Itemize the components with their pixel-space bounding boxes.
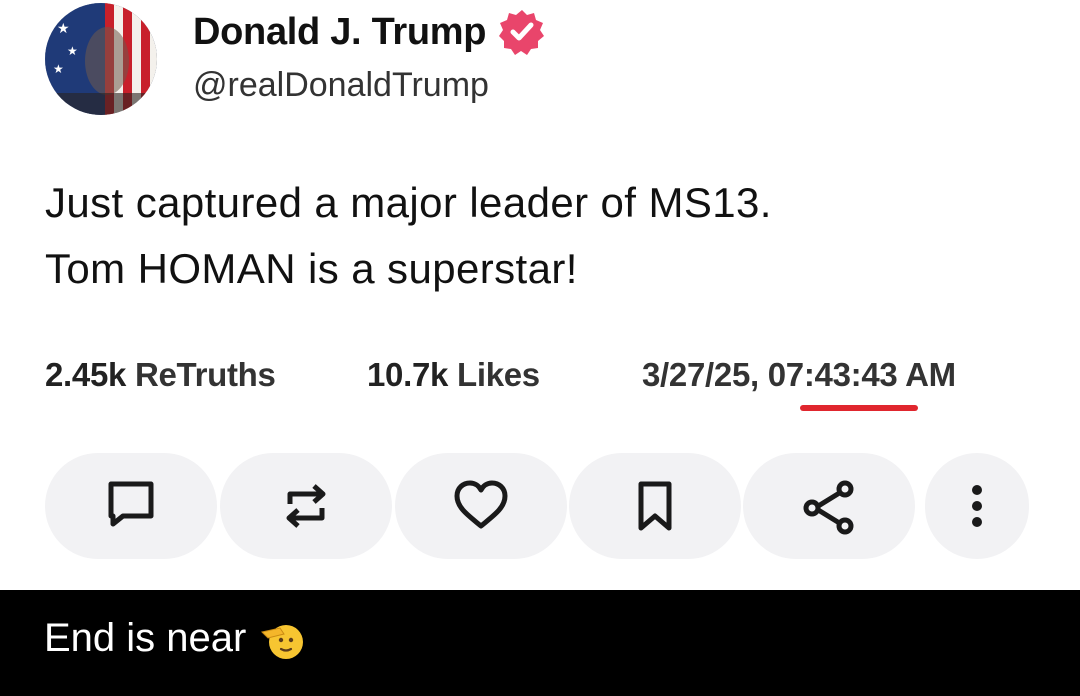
- post-timestamp: 3/27/25, 07:43:43 AM: [642, 356, 956, 393]
- share-button[interactable]: [743, 453, 915, 559]
- action-bar: [45, 453, 1030, 559]
- reply-button[interactable]: [45, 453, 217, 559]
- annotation-underline: [800, 405, 918, 411]
- svg-text:★: ★: [67, 44, 78, 58]
- like-button[interactable]: [395, 453, 567, 559]
- svg-text:★: ★: [57, 21, 70, 37]
- verified-badge-icon: [499, 10, 545, 55]
- post-card: ★ ★ ★ Donald J. Trump @realDonaldTrump J…: [0, 0, 1080, 590]
- more-vertical-icon: [972, 485, 982, 527]
- retruths-count: 2.45k: [45, 356, 127, 393]
- likes-stat[interactable]: 10.7k Likes: [367, 356, 540, 394]
- post-body: Just captured a major leader of MS13. To…: [45, 170, 1045, 302]
- share-icon: [803, 480, 854, 535]
- retruths-stat[interactable]: 2.45k ReTruths: [45, 356, 276, 394]
- heart-icon: [454, 480, 508, 529]
- retruth-button[interactable]: [220, 453, 392, 559]
- retruths-label: ReTruths: [134, 356, 276, 393]
- likes-count: 10.7k: [367, 356, 449, 393]
- author-handle[interactable]: @realDonaldTrump: [193, 66, 489, 105]
- avatar-image: ★ ★ ★: [45, 3, 157, 115]
- display-name[interactable]: Donald J. Trump: [193, 11, 487, 54]
- comment-icon: [108, 481, 154, 527]
- avatar[interactable]: ★ ★ ★: [45, 3, 157, 115]
- caption-bar: End is near: [0, 590, 1080, 696]
- post-line: Tom HOMAN is a superstar!: [45, 245, 578, 292]
- likes-label: Likes: [456, 356, 540, 393]
- repost-icon: [286, 484, 326, 528]
- bookmark-icon: [638, 481, 672, 531]
- caption-text: End is near: [44, 615, 247, 660]
- more-button[interactable]: [925, 453, 1029, 559]
- svg-text:★: ★: [53, 62, 64, 76]
- post-line: Just captured a major leader of MS13.: [45, 179, 772, 226]
- bookmark-button[interactable]: [569, 453, 741, 559]
- saluting-face-emoji: [261, 625, 304, 659]
